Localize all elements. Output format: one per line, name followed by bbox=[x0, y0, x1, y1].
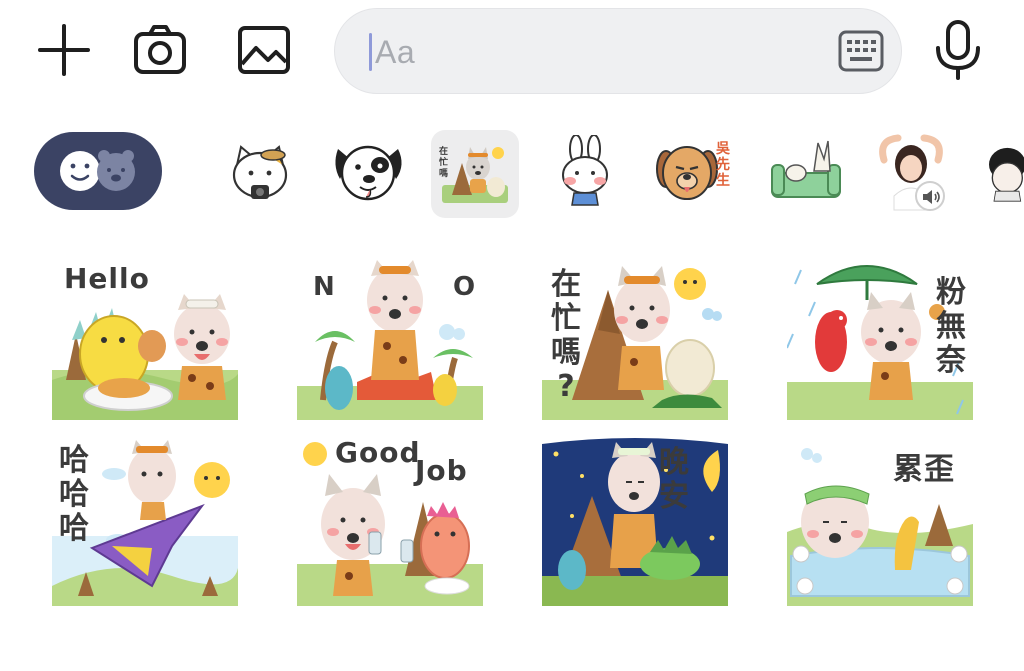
sticker-pack-rabbit-sofa[interactable] bbox=[764, 130, 848, 214]
smiley-icon bbox=[60, 151, 100, 191]
sticker-caption: 哈 哈 哈 bbox=[59, 443, 89, 546]
text-caret bbox=[369, 33, 372, 71]
sticker-pack-husky-dino[interactable]: 在 忙 嗎 bbox=[431, 130, 519, 218]
sticker-caption: 晚 安 bbox=[659, 445, 689, 514]
pack-label: 吳 先 生 bbox=[716, 140, 730, 188]
speaker-icon bbox=[920, 186, 942, 208]
camera-icon[interactable] bbox=[132, 22, 188, 78]
sticker-caption-line2: Job bbox=[415, 454, 468, 487]
keyboard-icon[interactable] bbox=[837, 29, 885, 73]
sticker-are-you-busy[interactable]: 在 忙 嗎 ? bbox=[542, 250, 728, 420]
sticker-pack-dog-wu[interactable]: 吳 先 生 bbox=[650, 130, 734, 214]
sticker-hahaha[interactable]: 哈 哈 哈 bbox=[52, 436, 238, 606]
plus-icon[interactable] bbox=[36, 22, 92, 78]
microphone-icon[interactable] bbox=[930, 20, 986, 80]
sticker-so-helpless[interactable]: 粉 無 奈 bbox=[786, 250, 973, 420]
sticker-pack-girl-voice[interactable] bbox=[870, 130, 954, 214]
sticker-pack-tray: 在 忙 嗎 吳 先 生 bbox=[0, 118, 1024, 218]
sticker-pack-cat-camera[interactable] bbox=[218, 130, 302, 214]
sticker-no[interactable]: N O bbox=[297, 250, 483, 420]
composer-bar: Aa bbox=[0, 0, 1024, 100]
sticker-caption-left: N bbox=[313, 272, 336, 302]
sticker-good-job[interactable]: Good Job bbox=[297, 436, 483, 606]
sticker-pack-black-hair[interactable] bbox=[974, 130, 1024, 214]
sticker-caption-right: O bbox=[453, 272, 477, 302]
sticker-hello[interactable]: Hello bbox=[52, 250, 238, 420]
sticker-caption: Hello bbox=[64, 262, 150, 295]
sticker-pack-cartoon-dog[interactable] bbox=[326, 130, 410, 214]
sticker-exhausted[interactable]: 累歪 bbox=[787, 436, 973, 606]
emoji-sticker-toggle[interactable] bbox=[34, 132, 162, 210]
pack-thumb-caption: 在 忙 嗎 bbox=[439, 146, 449, 178]
sticker-caption: 粉 無 奈 bbox=[936, 275, 966, 378]
sticker-caption-line1: Good bbox=[335, 436, 421, 469]
image-icon[interactable] bbox=[236, 22, 292, 78]
sticker-good-night[interactable]: 晚 安 bbox=[542, 436, 728, 606]
message-placeholder: Aa bbox=[375, 34, 416, 70]
sticker-caption: 在 忙 嗎 ? bbox=[551, 267, 581, 404]
sticker-caption: 累歪 bbox=[893, 452, 955, 487]
message-input[interactable]: Aa bbox=[334, 8, 902, 94]
bear-icon bbox=[97, 150, 135, 191]
sticker-pack-white-rabbit[interactable] bbox=[543, 130, 627, 214]
